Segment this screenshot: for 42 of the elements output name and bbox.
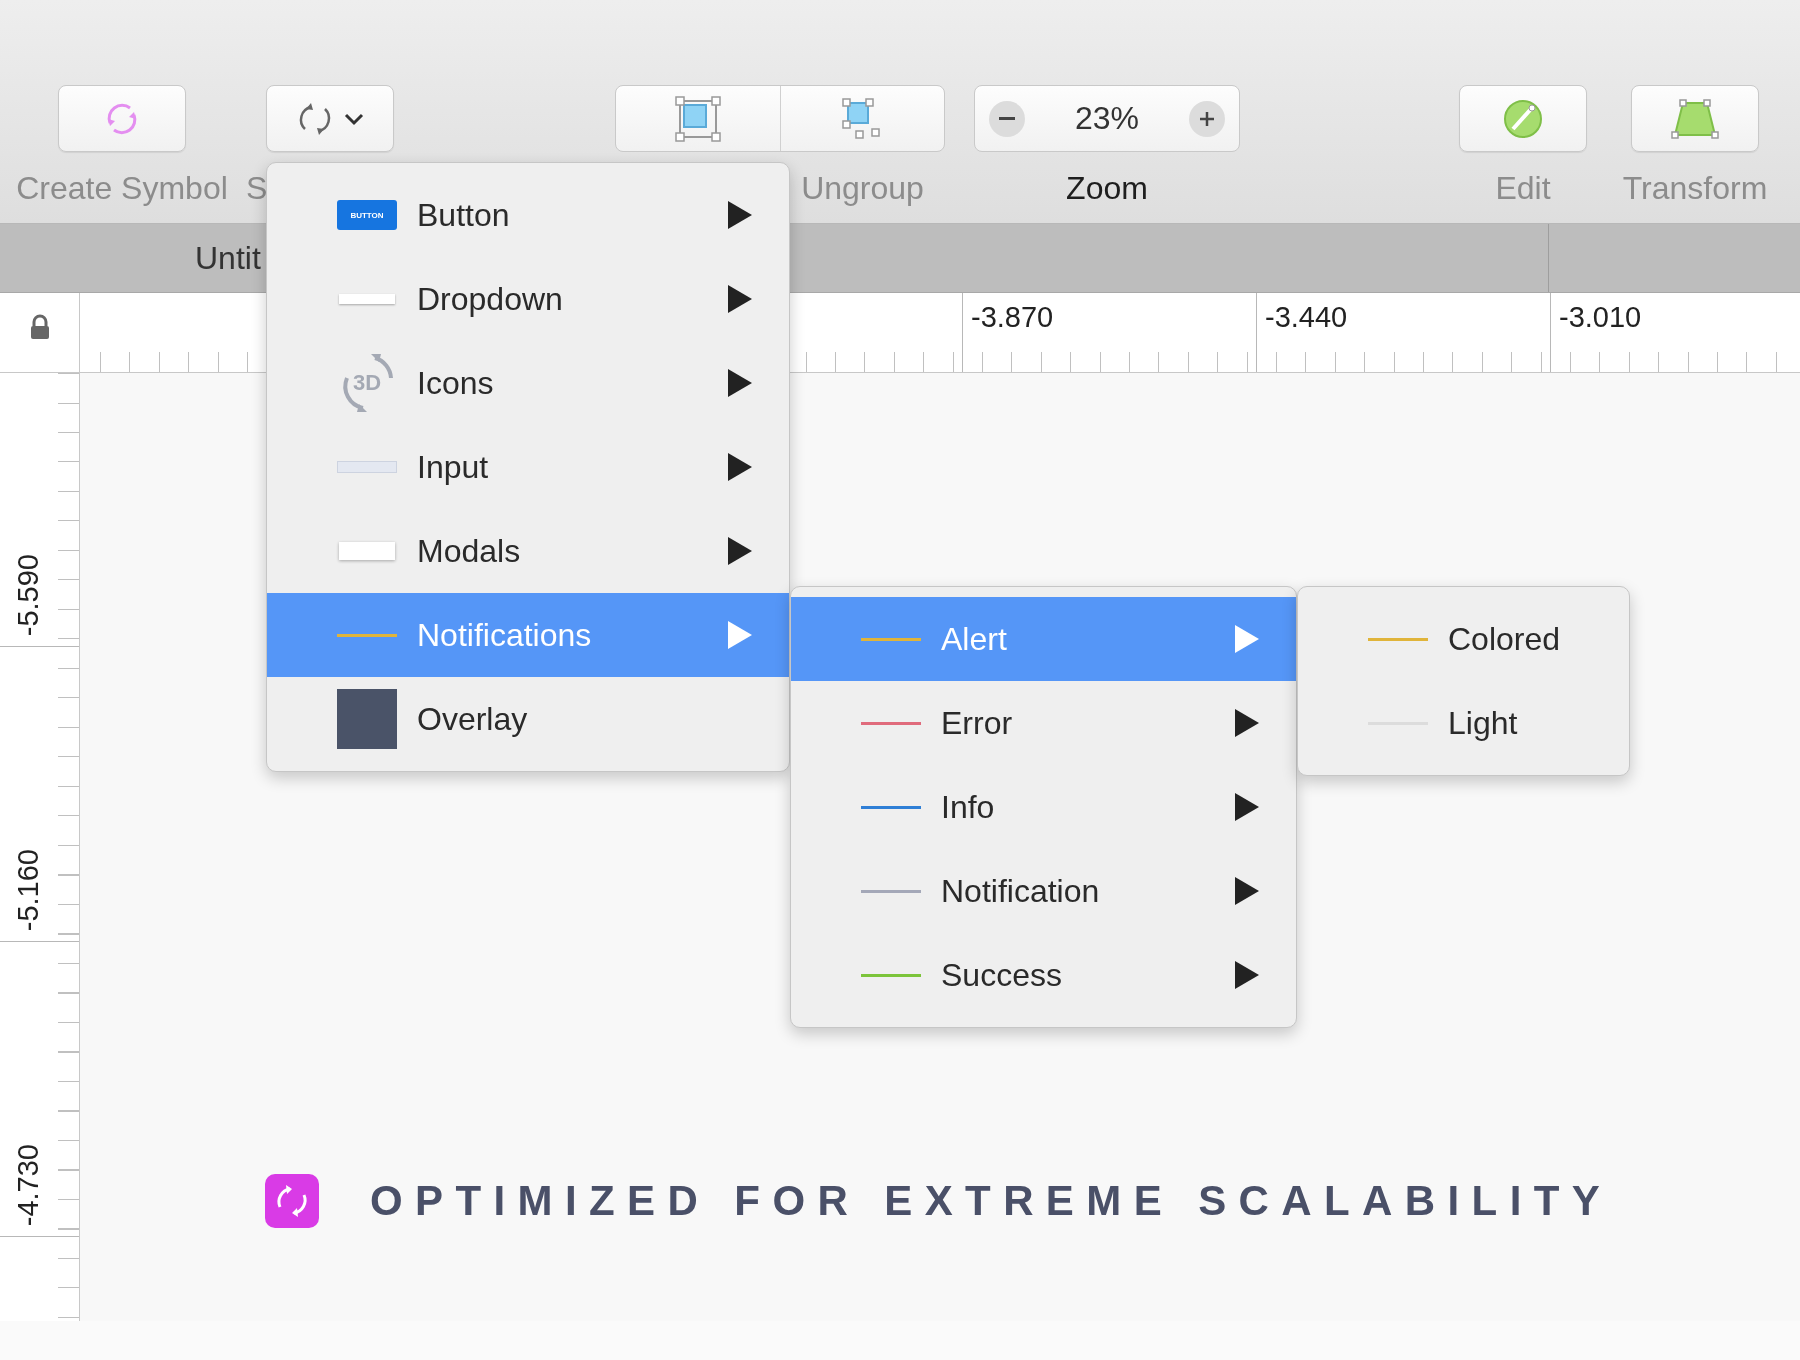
toolbar-label: Zoom — [1066, 169, 1148, 208]
lock-icon — [28, 313, 51, 340]
edit-button[interactable] — [1459, 85, 1587, 152]
menu-item[interactable]: Notification — [791, 849, 1296, 933]
zoom-value: 23% — [1074, 100, 1139, 137]
menu-item[interactable]: Info — [791, 765, 1296, 849]
transform-button[interactable] — [1631, 85, 1759, 152]
toolbar-label: Edit — [1495, 169, 1551, 208]
group-icon — [673, 94, 722, 143]
minus-icon — [999, 117, 1015, 120]
toolbar-label: S — [246, 169, 268, 208]
dropdown-thumbnail — [339, 294, 395, 304]
menu-item[interactable]: Error — [791, 681, 1296, 765]
menu-item[interactable]: Success — [791, 933, 1296, 1017]
menu-item[interactable]: 3D Icons — [267, 341, 789, 425]
transform-icon — [1671, 96, 1719, 141]
toolbar-label: Ungroup — [800, 169, 925, 208]
ruler-label: -3.440 — [1265, 301, 1348, 334]
button-thumbnail: BUTTON — [337, 200, 397, 230]
3d-label: 3D — [352, 370, 382, 396]
toolbar-label: Create Symbol — [16, 169, 228, 208]
menu-item[interactable]: Overlay — [267, 677, 789, 761]
ruler-label: -5.590 — [12, 553, 45, 636]
menu-item[interactable]: Colored — [1298, 597, 1629, 681]
zoom-out-button[interactable] — [989, 100, 1025, 137]
symbols-dropdown-button[interactable] — [266, 85, 394, 152]
ruler-label: -3.010 — [1559, 301, 1642, 334]
chevron-down-icon — [343, 111, 365, 126]
input-thumbnail — [337, 461, 397, 473]
create-symbol-button[interactable] — [58, 85, 186, 152]
zoom-in-button[interactable] — [1189, 100, 1225, 137]
ruler-label: -4.730 — [12, 1143, 45, 1226]
ruler-label: -3.870 — [971, 301, 1054, 334]
modal-thumbnail — [339, 542, 395, 560]
sync-app-icon — [264, 1173, 320, 1229]
plus-icon — [1198, 109, 1216, 128]
tagline: OPTIMIZED FOR EXTREME SCALABILITY — [370, 1177, 1613, 1225]
toolbar-label: Transform — [1622, 169, 1768, 208]
menu-item[interactable]: Input — [267, 425, 789, 509]
menu-item[interactable]: Light — [1298, 681, 1629, 765]
ruler-label: -5.160 — [12, 848, 45, 931]
menu-item[interactable]: Modals — [267, 509, 789, 593]
